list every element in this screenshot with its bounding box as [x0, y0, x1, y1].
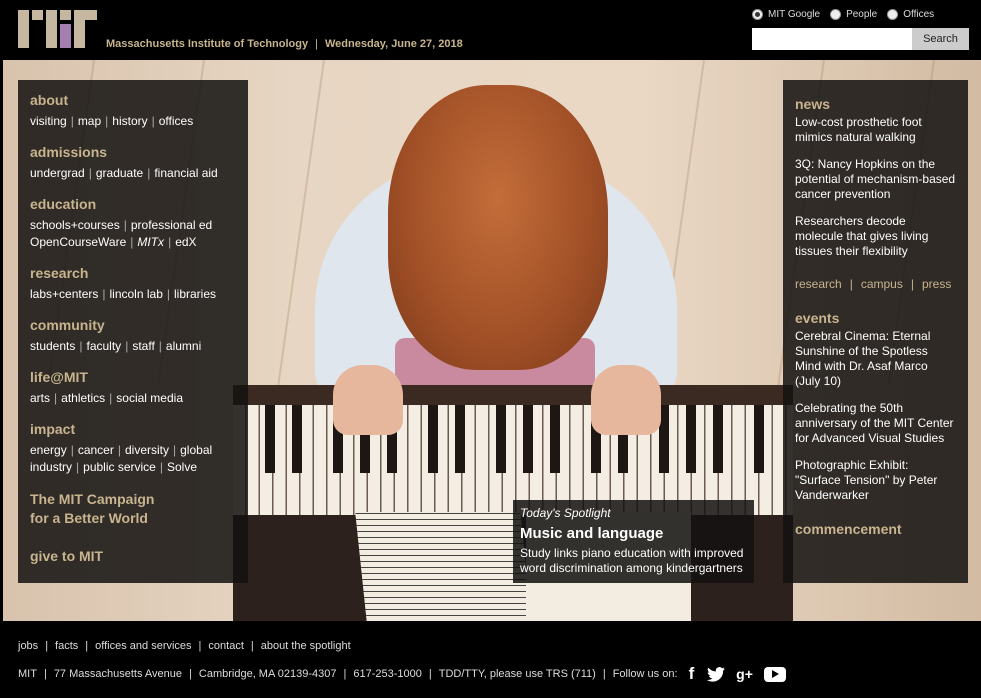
- nav-title-impact[interactable]: impact: [30, 421, 236, 437]
- nav-section-research: research labs+centers | lincoln lab | librar…: [30, 265, 236, 303]
- search-option-offices[interactable]: Offices: [887, 9, 934, 20]
- footer-city: Cambridge, MA 02139-4307: [198, 668, 337, 680]
- news-item[interactable]: Researchers decode molecule that gives l…: [795, 214, 956, 259]
- spotlight-kicker: Today's Spotlight: [520, 506, 611, 520]
- footer-link-offices-services[interactable]: offices and services: [95, 640, 191, 652]
- nav-link-arts[interactable]: arts: [30, 391, 50, 405]
- twitter-icon[interactable]: [706, 665, 726, 683]
- news-link-campus[interactable]: campus: [861, 277, 903, 291]
- nav-link-alumni[interactable]: alumni: [166, 339, 201, 353]
- campaign-line1: The MIT Campaign: [30, 491, 155, 507]
- institute-name: Massachusetts Institute of Technology: [106, 38, 309, 50]
- footer-nav: jobs | facts | offices and services | contact |…: [18, 640, 351, 652]
- nav-link-social-media[interactable]: social media: [116, 391, 183, 405]
- nav-link-libraries[interactable]: libraries: [174, 287, 216, 301]
- campaign-link[interactable]: The MIT Campaign for a Better World: [30, 490, 236, 528]
- search-input[interactable]: [752, 28, 912, 50]
- nav-section-life: life@MIT arts | athletics | social media: [30, 369, 236, 407]
- footer-link-jobs[interactable]: jobs: [18, 640, 38, 652]
- nav-link-undergrad[interactable]: undergrad: [30, 166, 85, 180]
- youtube-icon[interactable]: [763, 666, 786, 682]
- event-item[interactable]: Cerebral Cinema: Eternal Sunshine of the…: [795, 329, 956, 389]
- facebook-icon[interactable]: f: [686, 664, 698, 683]
- radio-icon[interactable]: [887, 9, 899, 20]
- nav-title-life[interactable]: life@MIT: [30, 369, 236, 385]
- radio-icon[interactable]: [830, 9, 842, 20]
- news-item[interactable]: 3Q: Nancy Hopkins on the potential of me…: [795, 157, 956, 202]
- google-plus-icon[interactable]: g+: [734, 665, 756, 683]
- nav-link-staff[interactable]: staff: [132, 339, 154, 353]
- header-separator: |: [315, 38, 318, 50]
- nav-link-solve[interactable]: Solve: [167, 460, 197, 474]
- nav-link-graduate[interactable]: graduate: [96, 166, 143, 180]
- nav-link-labs-centers[interactable]: labs+centers: [30, 287, 98, 301]
- nav-section-admissions: admissions undergrad | graduate | financial …: [30, 144, 236, 182]
- nav-section-education: education schools+courses | professional e…: [30, 196, 236, 251]
- search-scope-options: MIT Google People Offices: [752, 9, 934, 20]
- nav-link-offices[interactable]: offices: [159, 114, 193, 128]
- news-events-panel: news Low-cost prosthetic foot mimics nat…: [783, 80, 968, 583]
- nav-link-energy[interactable]: energy: [30, 443, 67, 457]
- give-to-mit-link[interactable]: give to MIT: [30, 547, 236, 566]
- news-link-press[interactable]: press: [922, 277, 951, 291]
- nav-link-history[interactable]: history: [112, 114, 147, 128]
- nav-title-about[interactable]: about: [30, 92, 236, 108]
- site-footer: jobs | facts | offices and services | contact |…: [0, 621, 981, 698]
- search-button[interactable]: Search: [912, 28, 969, 50]
- nav-link-mitx[interactable]: MITx: [137, 235, 164, 249]
- nav-link-students[interactable]: students: [30, 339, 75, 353]
- nav-link-faculty[interactable]: faculty: [87, 339, 122, 353]
- nav-link-lincoln-lab[interactable]: lincoln lab: [110, 287, 163, 301]
- nav-link-global[interactable]: global: [180, 443, 212, 457]
- nav-link-schools-courses[interactable]: schools+courses: [30, 218, 120, 232]
- footer-follow-label: Follow us on:: [612, 668, 678, 680]
- radio-selected-icon[interactable]: [752, 9, 763, 20]
- spotlight-caption[interactable]: Today's Spotlight Music and language Stu…: [513, 500, 754, 583]
- news-category-links: research | campus | press: [795, 277, 952, 291]
- search-option-mit-google[interactable]: MIT Google: [752, 9, 820, 20]
- event-item[interactable]: Celebrating the 50th anniversary of the …: [795, 401, 956, 446]
- nav-link-professional-ed[interactable]: professional ed: [131, 218, 212, 232]
- nav-link-edx[interactable]: edX: [175, 235, 196, 249]
- events-title[interactable]: events: [795, 310, 956, 326]
- institute-line: Massachusetts Institute of Technology | We…: [106, 38, 463, 50]
- left-nav-panel: about visiting | map | history | offices admis…: [18, 80, 248, 583]
- mit-logo[interactable]: [18, 10, 97, 48]
- spotlight-title[interactable]: Music and language: [520, 525, 747, 542]
- nav-link-athletics[interactable]: athletics: [61, 391, 105, 405]
- footer-link-contact[interactable]: contact: [208, 640, 243, 652]
- footer-address: 77 Massachusetts Avenue: [53, 668, 183, 680]
- campaign-line2: for a Better World: [30, 510, 148, 526]
- footer-link-facts[interactable]: facts: [55, 640, 78, 652]
- footer-info: MIT | 77 Massachusetts Avenue | Cambridge,…: [18, 664, 786, 683]
- nav-link-financial-aid[interactable]: financial aid: [154, 166, 217, 180]
- header-date: Wednesday, June 27, 2018: [324, 38, 463, 50]
- commencement-link[interactable]: commencement: [795, 521, 956, 537]
- footer-tdd: TDD/TTY, please use TRS (711): [438, 668, 596, 680]
- spotlight-description: Study links piano education with improve…: [520, 546, 744, 575]
- footer-link-about-spotlight[interactable]: about the spotlight: [261, 640, 351, 652]
- nav-link-industry[interactable]: industry: [30, 460, 72, 474]
- nav-title-community[interactable]: community: [30, 317, 236, 333]
- footer-mit: MIT: [18, 668, 37, 680]
- nav-section-community: community students | faculty | staff | alumni: [30, 317, 236, 355]
- site-header: Massachusetts Institute of Technology | We…: [0, 0, 981, 60]
- news-link-research[interactable]: research: [795, 277, 842, 291]
- footer-phone: 617-253-1000: [353, 668, 422, 680]
- nav-link-public-service[interactable]: public service: [83, 460, 156, 474]
- event-item[interactable]: Photographic Exhibit: "Surface Tension" …: [795, 458, 956, 503]
- nav-section-impact: impact energy | cancer | diversity | global in…: [30, 421, 236, 476]
- news-item[interactable]: Low-cost prosthetic foot mimics natural …: [795, 115, 956, 145]
- nav-link-visiting[interactable]: visiting: [30, 114, 67, 128]
- nav-title-education[interactable]: education: [30, 196, 236, 212]
- nav-title-admissions[interactable]: admissions: [30, 144, 236, 160]
- nav-title-research[interactable]: research: [30, 265, 236, 281]
- search-option-people[interactable]: People: [830, 9, 877, 20]
- nav-section-about: about visiting | map | history | offices: [30, 92, 236, 130]
- nav-link-opencourseware[interactable]: OpenCourseWare: [30, 235, 126, 249]
- news-title[interactable]: news: [795, 96, 956, 112]
- nav-link-diversity[interactable]: diversity: [125, 443, 169, 457]
- nav-link-cancer[interactable]: cancer: [78, 443, 114, 457]
- nav-link-map[interactable]: map: [78, 114, 101, 128]
